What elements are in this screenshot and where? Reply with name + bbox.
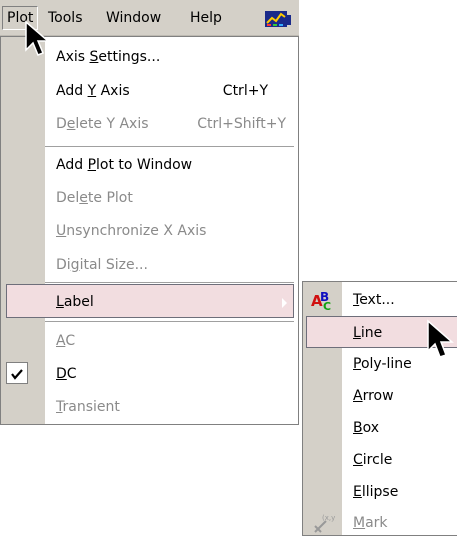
- menu-item-dc[interactable]: DC: [1, 357, 298, 391]
- menu-item-ac: AC: [56, 333, 76, 349]
- submenu-item-box[interactable]: Box: [303, 412, 457, 444]
- menu-help[interactable]: Help: [190, 7, 222, 29]
- submenu-arrow-icon: [282, 298, 287, 308]
- submenu-item-ellipse[interactable]: Ellipse: [303, 476, 457, 508]
- menu-item-label[interactable]: Label: [6, 284, 294, 318]
- submenu-item-circle[interactable]: Circle: [303, 444, 457, 476]
- menu-tools[interactable]: Tools: [48, 7, 83, 29]
- submenu-item-mark: (x,y) Mark: [303, 507, 457, 539]
- menu-item-add-y-axis[interactable]: Add Y Axis Ctrl+Y: [1, 74, 298, 108]
- submenu-item-text[interactable]: A B C Text...: [303, 284, 457, 316]
- submenu-item-arrow[interactable]: Arrow: [303, 380, 457, 412]
- checkmark-icon: [6, 362, 28, 384]
- menu-item-transient: Transient: [56, 399, 120, 415]
- menu-window[interactable]: Window: [106, 7, 161, 29]
- svg-text:(x,y): (x,y): [322, 514, 336, 522]
- mouse-cursor-icon: [427, 319, 454, 358]
- menu-item-unsynchronize-x-axis: Unsynchronize X Axis: [56, 223, 207, 239]
- menu-item-add-plot-to-window[interactable]: Add Plot to Window: [1, 148, 298, 182]
- menu-item-digital-size: Digital Size...: [56, 257, 148, 273]
- abc-text-icon: A B C: [311, 289, 337, 313]
- shortcut-label: Ctrl+Shift+Y: [197, 116, 286, 132]
- chart-icon[interactable]: [264, 9, 292, 29]
- svg-text:C: C: [323, 300, 331, 311]
- menu-item-delete-y-axis: Delete Y Axis Ctrl+Shift+Y: [1, 107, 298, 141]
- plot-menu: Axis Settings... Add Y Axis Ctrl+Y Delet…: [0, 36, 299, 425]
- menu-separator: [45, 146, 294, 147]
- mark-icon: (x,y): [312, 512, 338, 534]
- mouse-cursor-icon: [25, 20, 51, 56]
- shortcut-label: Ctrl+Y: [222, 83, 268, 99]
- menu-separator: [45, 321, 294, 322]
- menu-separator: [45, 282, 294, 283]
- menu-item-delete-plot: Delete Plot: [56, 190, 133, 206]
